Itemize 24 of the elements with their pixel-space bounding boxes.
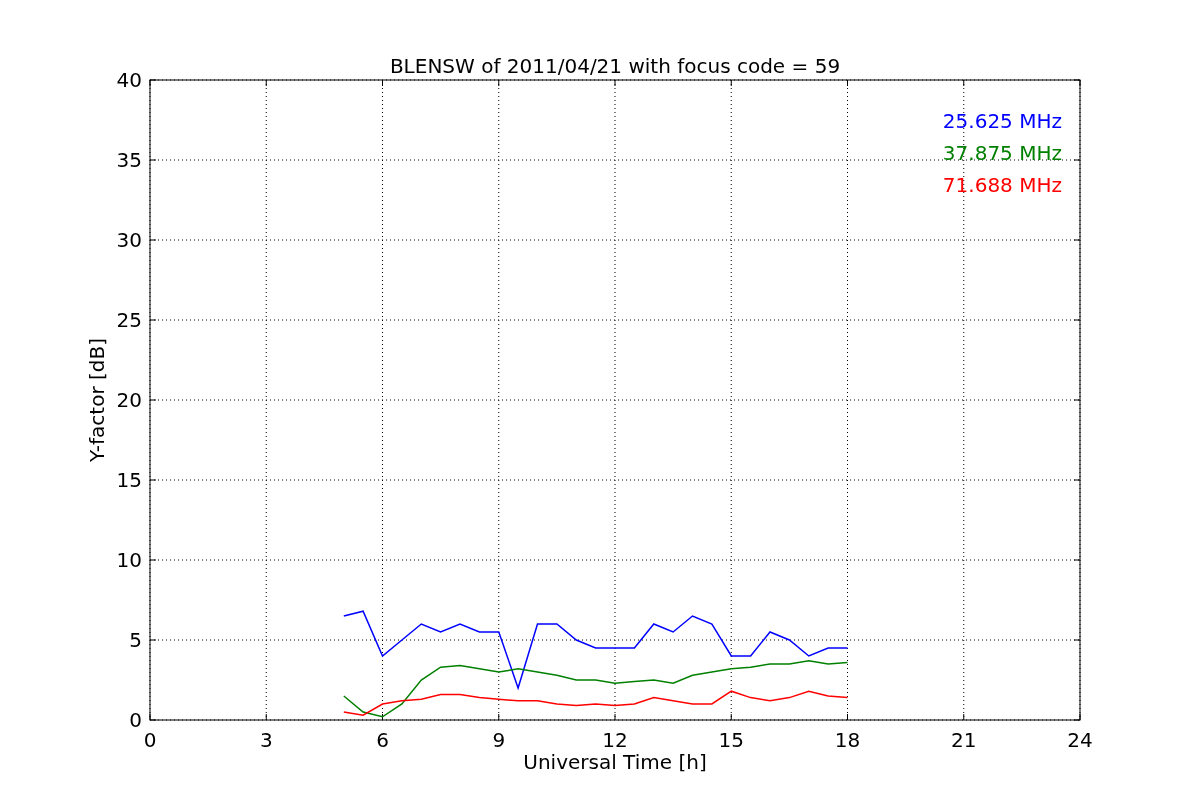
tick-label: 10 — [116, 548, 142, 572]
tick-label: 5 — [129, 628, 142, 652]
tick-label: 40 — [116, 68, 142, 92]
tick-label: 0 — [143, 728, 157, 752]
legend-label: 71.688 MHz — [942, 173, 1062, 197]
axis-label: Y-factor [dB] — [85, 338, 109, 462]
tick-label: 0 — [129, 708, 142, 732]
tick-label: 20 — [116, 388, 142, 412]
tick-label: 21 — [951, 728, 977, 752]
axis-label: Universal Time [h] — [523, 750, 707, 774]
tick-label: 15 — [116, 468, 142, 492]
tick-label: 9 — [492, 728, 506, 752]
chart-title: BLENSW of 2011/04/21 with focus code = 59 — [389, 54, 841, 78]
tick-label: 3 — [259, 728, 273, 752]
tick-label: 35 — [116, 148, 142, 172]
tick-label: 12 — [602, 728, 628, 752]
legend-label: 25.625 MHz — [942, 109, 1062, 133]
tick-label: 30 — [116, 228, 142, 252]
tick-label: 24 — [1067, 728, 1093, 752]
tick-label: 25 — [116, 308, 142, 332]
tick-label: 18 — [834, 728, 861, 752]
tick-label: 15 — [718, 728, 744, 752]
legend-label: 37.875 MHz — [942, 141, 1062, 165]
tick-label: 6 — [376, 728, 389, 752]
